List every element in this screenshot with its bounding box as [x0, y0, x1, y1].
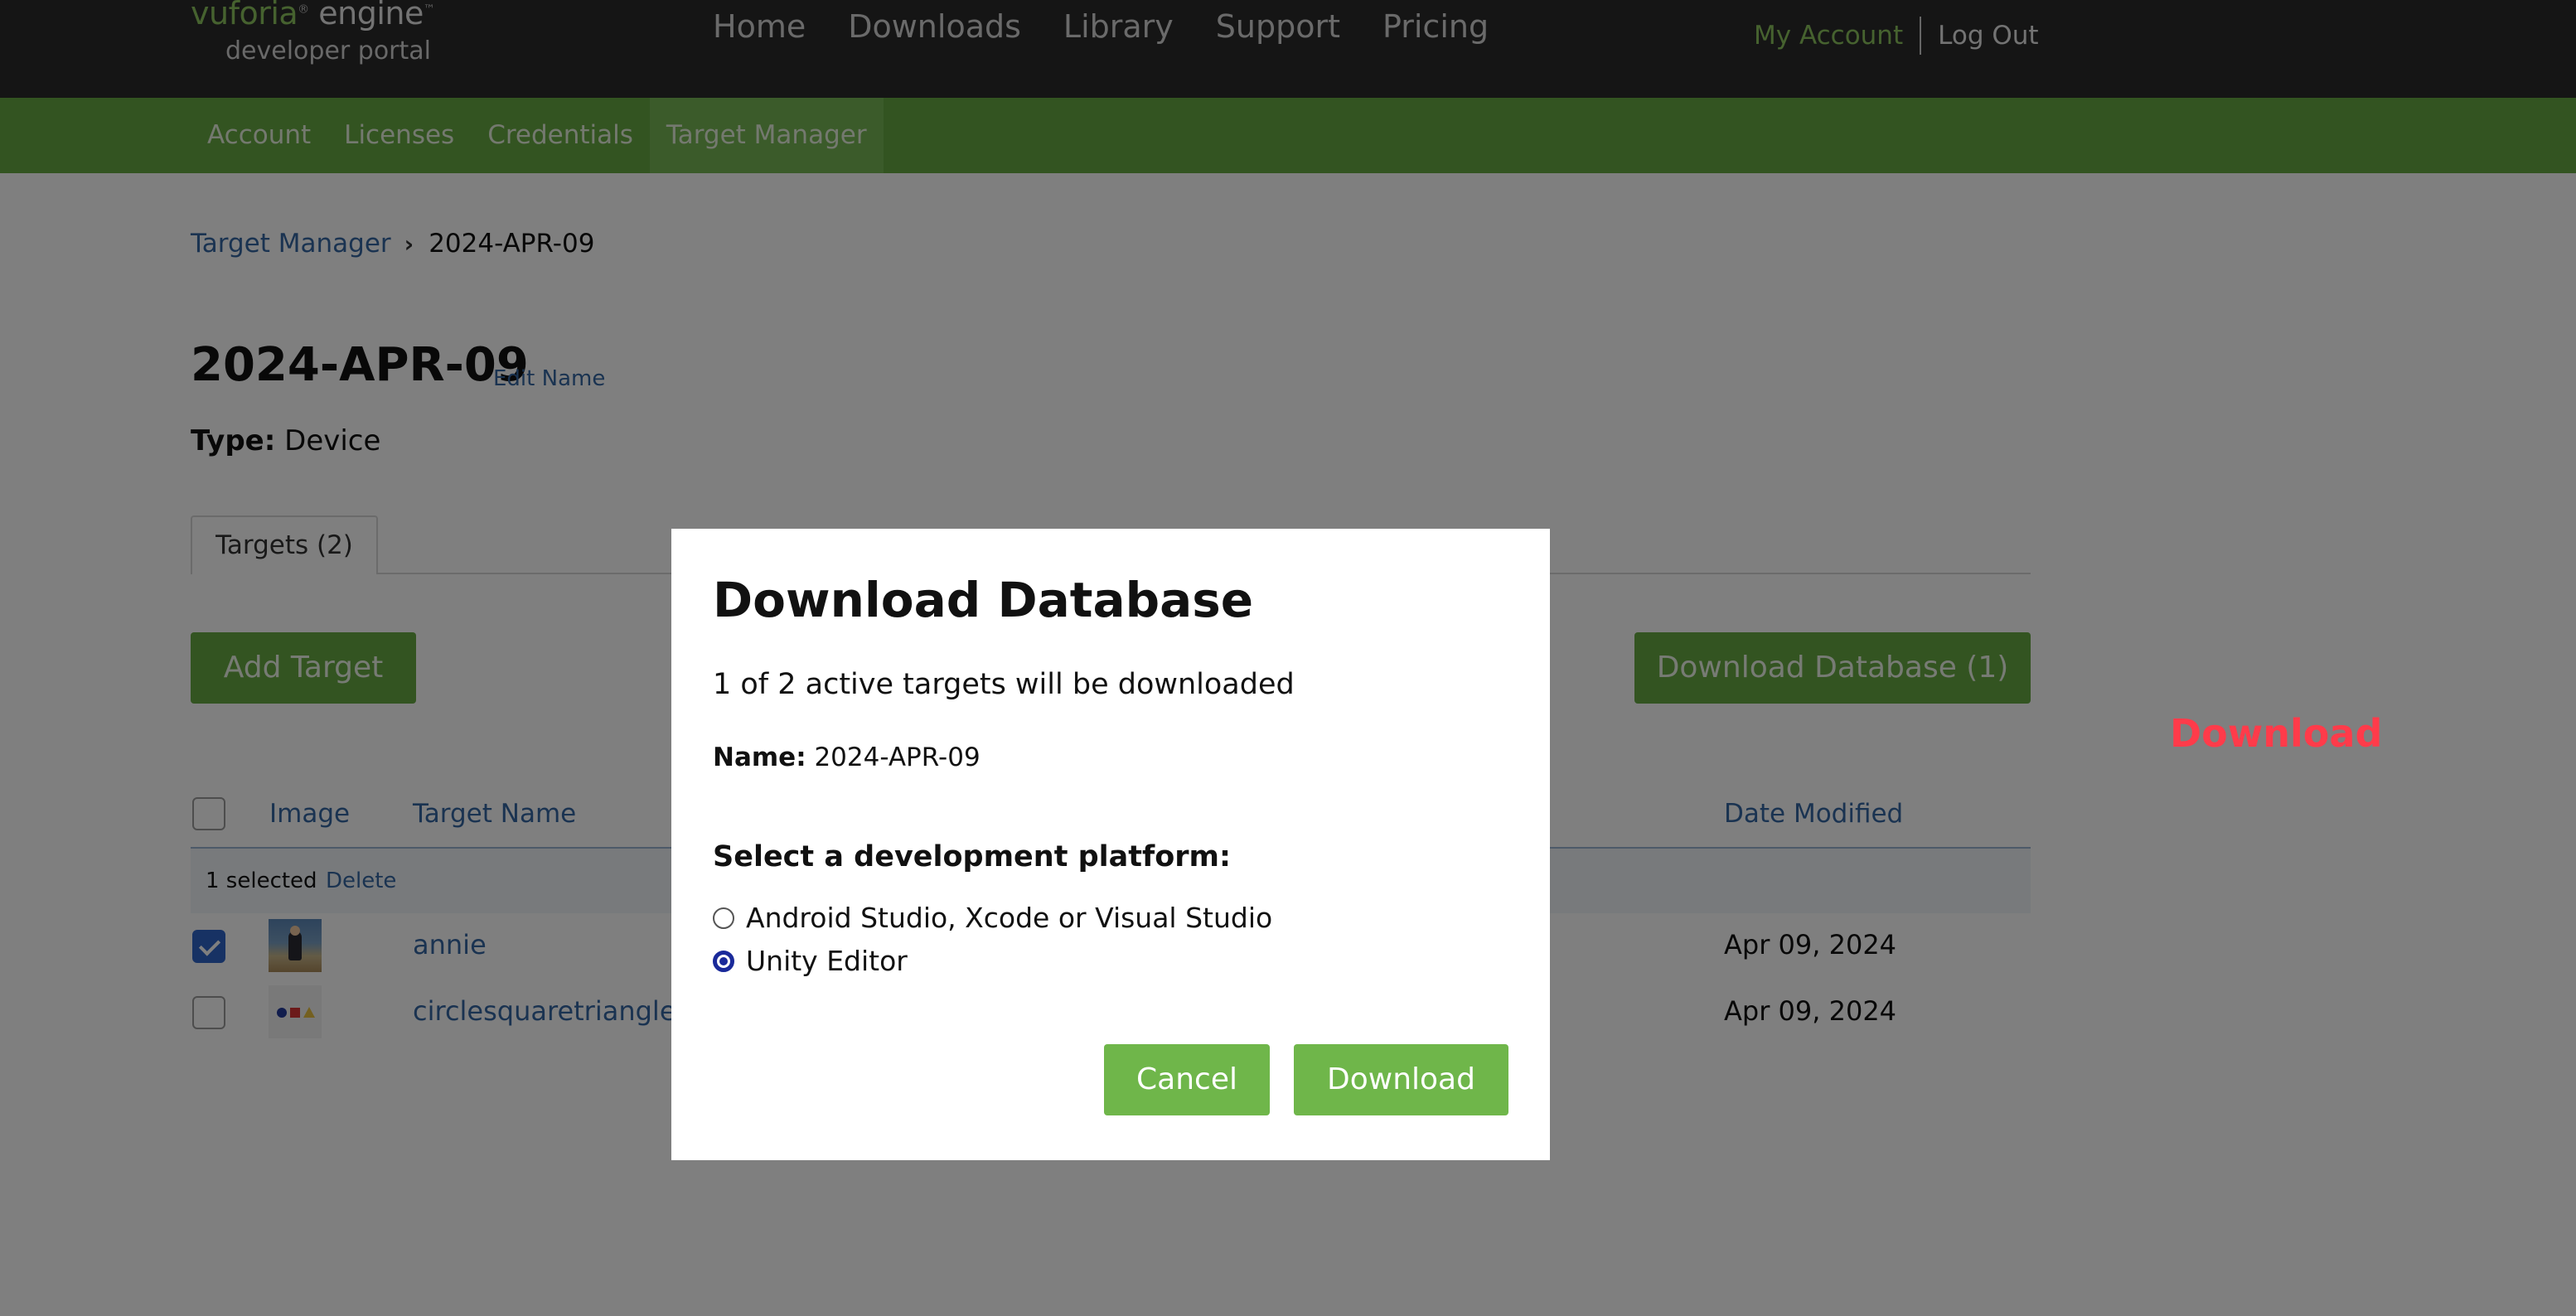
dialog-message: 1 of 2 active targets will be downloaded [713, 668, 1295, 701]
download-database-dialog: Download Database 1 of 2 active targets … [671, 529, 1550, 1160]
dialog-database-name: Name: 2024-APR-09 [713, 743, 981, 772]
cancel-button[interactable]: Cancel [1104, 1044, 1270, 1115]
name-label: Name: [713, 743, 806, 772]
option-label: Unity Editor [746, 945, 908, 977]
name-value: 2024-APR-09 [814, 743, 981, 772]
platform-select-label: Select a development platform: [713, 840, 1232, 873]
radio-native[interactable] [713, 907, 734, 929]
download-button[interactable]: Download [1294, 1044, 1508, 1115]
platform-option-unity[interactable]: Unity Editor [713, 945, 908, 977]
platform-option-native[interactable]: Android Studio, Xcode or Visual Studio [713, 902, 1272, 934]
radio-unity[interactable] [713, 950, 734, 972]
option-label: Android Studio, Xcode or Visual Studio [746, 902, 1273, 934]
dialog-title: Download Database [713, 572, 1254, 628]
download-annotation-label: Download [2170, 711, 2383, 756]
